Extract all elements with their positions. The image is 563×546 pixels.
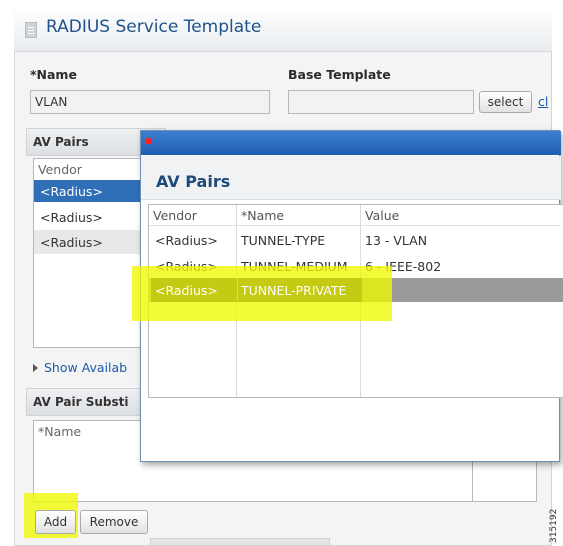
show-available-link[interactable]: Show Availab: [44, 360, 127, 375]
select-button[interactable]: select: [479, 91, 532, 113]
remove-button[interactable]: Remove: [80, 510, 148, 534]
dialog-title: AV Pairs: [156, 172, 231, 191]
vendor-column-header: Vendor: [153, 208, 197, 223]
row-vendor-cell[interactable]: <Radius>: [155, 233, 218, 248]
figure-id-text: 315192: [549, 508, 559, 543]
close-icon[interactable]: [146, 138, 152, 144]
name-label: *Name: [30, 67, 77, 82]
base-template-field[interactable]: [288, 90, 474, 114]
dialog-titlebar[interactable]: [141, 131, 561, 155]
expand-arrow-icon[interactable]: [33, 364, 38, 372]
vendor-cell: <Radius>: [40, 184, 103, 199]
vendor-cell[interactable]: <Radius>: [40, 210, 103, 225]
row-vendor-cell[interactable]: <Radius>: [155, 283, 218, 298]
base-template-label: Base Template: [288, 67, 391, 82]
row-name-cell[interactable]: TUNNEL-PRIVATE: [241, 283, 346, 298]
vendor-column-header: Vendor: [38, 162, 82, 177]
name-column-header: *Name: [241, 208, 285, 223]
footer-bar: [150, 538, 330, 546]
sub-name-column-header: *Name: [38, 424, 82, 439]
page-title: RADIUS Service Template: [46, 17, 262, 37]
row-name-cell[interactable]: TUNNEL-TYPE: [241, 233, 325, 248]
header-divider: [149, 225, 561, 226]
add-button[interactable]: Add: [35, 510, 76, 534]
document-icon: [25, 22, 37, 38]
clear-link[interactable]: cl: [538, 94, 548, 109]
name-field[interactable]: VLAN: [30, 90, 270, 114]
figure-id: 315192: [547, 505, 563, 545]
value-column-header: Value: [365, 208, 400, 223]
vendor-cell[interactable]: <Radius>: [40, 235, 103, 250]
row-value-cell[interactable]: 13 - VLAN: [365, 233, 427, 248]
